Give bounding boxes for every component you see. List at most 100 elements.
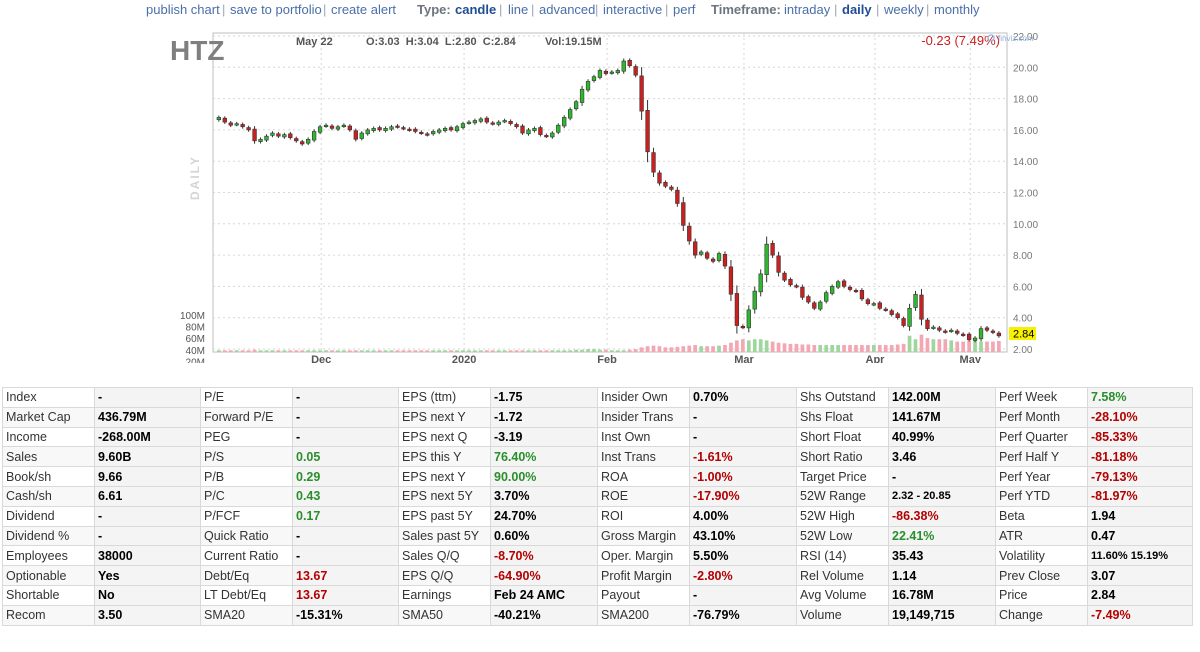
volume-bar [937, 339, 942, 352]
candle-body [734, 293, 740, 326]
snapshot-value: 0.43 [292, 485, 399, 507]
snapshot-value: 76.40% [490, 446, 598, 468]
candle-body [478, 118, 483, 122]
volume-bar [919, 334, 924, 352]
timeframe-daily-link[interactable]: daily [842, 2, 872, 17]
snapshot-row: Index - P/E - EPS (ttm) -1.75 Insider Own 0.70%… [2, 387, 1193, 408]
price-chart[interactable]: 22.0020.0018.0016.0014.0012.0010.008.006… [0, 28, 1200, 363]
timeframe-monthly-link[interactable]: monthly [934, 2, 980, 17]
volume-bar [901, 343, 906, 352]
last-price-badge: 2.84 [1009, 327, 1036, 341]
candle-body [895, 313, 900, 319]
type-interactive-link[interactable]: interactive [603, 2, 662, 17]
snapshot-value: - [292, 545, 399, 567]
candle-body [925, 319, 930, 329]
volume-bar [895, 344, 900, 352]
candle-body [812, 302, 817, 309]
snapshot-value: 16.78M [888, 584, 996, 606]
volume-bar [228, 350, 233, 352]
volume-bar [729, 342, 733, 352]
candle-body [306, 138, 311, 144]
candle-body [317, 126, 323, 133]
create-alert-link[interactable]: create alert [331, 2, 396, 17]
candle-body [871, 303, 876, 306]
volume-bar [955, 341, 960, 352]
candle-body [562, 117, 567, 127]
snapshot-value: -28.10% [1087, 406, 1193, 428]
type-perf-link[interactable]: perf [673, 2, 695, 17]
snapshot-value: - [292, 406, 399, 428]
volume-bar [645, 346, 650, 352]
volume-bar [752, 339, 757, 352]
volume-bar [889, 345, 894, 352]
volume-bar [735, 340, 739, 352]
volume-bar [997, 340, 1001, 352]
volume-bar [866, 345, 870, 352]
candle-body [782, 272, 787, 281]
snapshot-label: Price [995, 584, 1088, 606]
volume-bar [431, 350, 436, 352]
candle-body [728, 266, 734, 295]
price-tick-label: 12.00 [1013, 189, 1038, 200]
volume-bar [705, 346, 709, 352]
snapshot-value: - [292, 525, 399, 547]
snapshot-value: - [888, 466, 996, 487]
snapshot-label: P/S [200, 446, 293, 468]
volume-bar [746, 340, 751, 352]
price-tick-label: 10.00 [1013, 220, 1038, 231]
volume-bar [556, 350, 561, 352]
snapshot-value: -86.38% [888, 505, 996, 527]
save-to-portfolio-link[interactable]: save to portfolio [230, 2, 322, 17]
snapshot-label: 52W Low [796, 525, 889, 547]
separator: | [499, 2, 503, 17]
candle-body [502, 120, 507, 123]
snapshot-value: 0.17 [292, 505, 399, 527]
volume-bar [359, 350, 364, 352]
candle-body [413, 128, 418, 132]
snapshot-value: -17.90% [689, 485, 797, 507]
candle-body [621, 60, 626, 72]
date-tick-label: 2020 [452, 354, 476, 363]
chart-toolbar: publish chart | save to portfolio | crea… [0, 0, 1200, 20]
candle-body [341, 124, 347, 128]
bar-date: May 22 [296, 36, 333, 48]
candle-body [448, 127, 454, 131]
timeframe-weekly-link[interactable]: weekly [884, 2, 924, 17]
type-line-link[interactable]: line [508, 2, 528, 17]
candle-body [824, 292, 829, 302]
snapshot-value: 3.07 [1087, 565, 1193, 586]
snapshot-label: P/FCF [200, 505, 293, 527]
candle-body [258, 138, 263, 142]
separator: | [531, 2, 535, 17]
volume-bar [300, 350, 305, 352]
volume-bar [389, 350, 394, 352]
volume-bar [854, 345, 858, 352]
volume-bar [288, 350, 293, 352]
type-candle-link[interactable]: candle [455, 2, 496, 17]
snapshot-label: EPS Q/Q [398, 565, 491, 586]
timeframe-intraday-link[interactable]: intraday [784, 2, 830, 17]
candle-body [234, 123, 239, 126]
snapshot-value: 22.41% [888, 525, 996, 547]
candle-body [972, 337, 978, 341]
snapshot-value: 35.43 [888, 545, 996, 567]
publish-chart-link[interactable]: publish chart [146, 2, 220, 17]
candle-body [740, 326, 745, 329]
snapshot-label: Employees [2, 545, 95, 567]
snapshot-value: 2.84 [1087, 584, 1193, 606]
candle-body [383, 128, 388, 131]
candle-body [311, 131, 317, 141]
volume-bar [473, 350, 477, 352]
type-advanced-link[interactable]: advanced [539, 2, 595, 17]
snapshot-value: 142.00M [888, 387, 996, 408]
date-tick-label: Feb [597, 354, 617, 363]
candle-body [609, 71, 614, 74]
candle-body [496, 121, 501, 125]
date-tick-label: Dec [311, 354, 331, 363]
volume-bar [407, 350, 412, 352]
volume-bar [675, 346, 680, 352]
volume-bar [687, 345, 692, 352]
volume-bar [669, 347, 674, 352]
volume-bar [907, 335, 912, 352]
snapshot-label: ROA [597, 466, 690, 487]
